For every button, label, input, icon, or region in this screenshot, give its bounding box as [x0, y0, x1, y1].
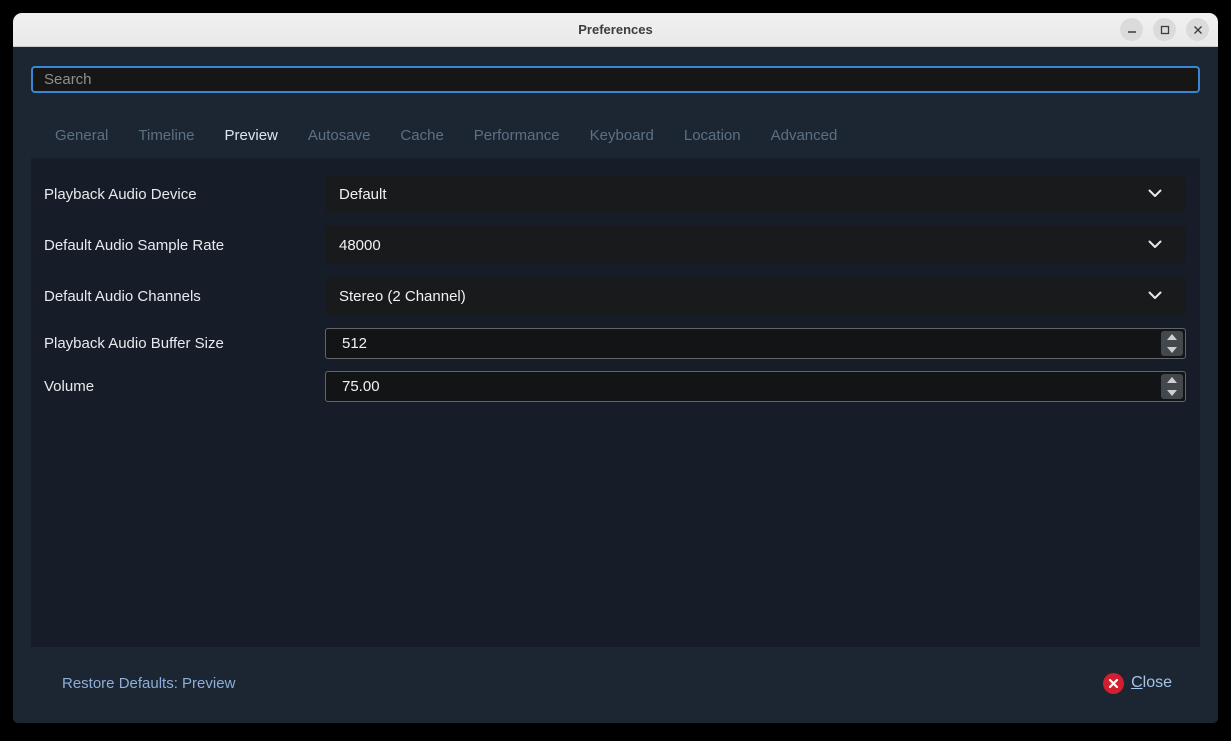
minimize-icon: [1127, 25, 1137, 35]
window-title: Preferences: [578, 22, 652, 37]
volume-spinbox: [325, 371, 1186, 402]
playback-audio-buffer-size-input[interactable]: [326, 329, 1161, 358]
maximize-button[interactable]: [1153, 18, 1176, 41]
close-window-button[interactable]: [1186, 18, 1209, 41]
form-row-playback-audio-buffer-size: Playback Audio Buffer Size: [44, 328, 1186, 359]
tab-preview[interactable]: Preview: [225, 127, 278, 144]
volume-input[interactable]: [326, 372, 1161, 401]
spin-up-button[interactable]: [1161, 374, 1183, 387]
spin-down-button[interactable]: [1161, 344, 1183, 357]
arrow-down-icon: [1167, 390, 1177, 396]
close-window-icon: [1193, 25, 1203, 35]
field-label: Default Audio Channels: [44, 288, 325, 305]
spinner-controls: [1161, 331, 1183, 356]
window-controls: [1120, 13, 1209, 46]
close-x-icon: [1103, 673, 1124, 694]
field-label: Playback Audio Buffer Size: [44, 335, 325, 352]
settings-panel: Playback Audio Device Default Default Au…: [31, 158, 1200, 647]
playback-audio-device-dropdown[interactable]: Default: [325, 175, 1186, 213]
form-row-default-audio-channels: Default Audio Channels Stereo (2 Channel…: [44, 277, 1186, 315]
chevron-down-icon: [1148, 287, 1162, 305]
default-audio-channels-dropdown[interactable]: Stereo (2 Channel): [325, 277, 1186, 315]
tab-bar: General Timeline Preview Autosave Cache …: [13, 93, 1218, 144]
field-label: Playback Audio Device: [44, 186, 325, 203]
default-audio-sample-rate-dropdown[interactable]: 48000: [325, 226, 1186, 264]
search-input[interactable]: [31, 66, 1200, 93]
tab-advanced[interactable]: Advanced: [771, 127, 838, 144]
footer-bar: Restore Defaults: Preview Close: [13, 647, 1218, 723]
tab-cache[interactable]: Cache: [400, 127, 443, 144]
window-body: General Timeline Preview Autosave Cache …: [13, 47, 1218, 723]
arrow-up-icon: [1167, 334, 1177, 340]
field-label: Volume: [44, 378, 325, 395]
chevron-down-icon: [1148, 185, 1162, 203]
tab-keyboard[interactable]: Keyboard: [590, 127, 654, 144]
dropdown-selected-value: Stereo (2 Channel): [339, 288, 1148, 305]
field-label: Default Audio Sample Rate: [44, 237, 325, 254]
maximize-icon: [1160, 25, 1170, 35]
spin-up-button[interactable]: [1161, 331, 1183, 344]
tab-performance[interactable]: Performance: [474, 127, 560, 144]
playback-audio-buffer-size-spinbox: [325, 328, 1186, 359]
dropdown-selected-value: Default: [339, 186, 1148, 203]
form-row-default-audio-sample-rate: Default Audio Sample Rate 48000: [44, 226, 1186, 264]
dropdown-selected-value: 48000: [339, 237, 1148, 254]
arrow-down-icon: [1167, 347, 1177, 353]
close-button-label: Close: [1131, 674, 1172, 692]
form-row-volume: Volume: [44, 371, 1186, 402]
chevron-down-icon: [1148, 236, 1162, 254]
search-area: [13, 47, 1218, 93]
tab-autosave[interactable]: Autosave: [308, 127, 371, 144]
tab-timeline[interactable]: Timeline: [138, 127, 194, 144]
close-button[interactable]: Close: [1103, 673, 1172, 694]
spinner-controls: [1161, 374, 1183, 399]
form-row-playback-audio-device: Playback Audio Device Default: [44, 175, 1186, 213]
tab-general[interactable]: General: [55, 127, 108, 144]
arrow-up-icon: [1167, 377, 1177, 383]
restore-defaults-button[interactable]: Restore Defaults: Preview: [62, 675, 235, 692]
minimize-button[interactable]: [1120, 18, 1143, 41]
preferences-window: Preferences: [13, 13, 1218, 723]
tab-location[interactable]: Location: [684, 127, 741, 144]
spin-down-button[interactable]: [1161, 387, 1183, 400]
titlebar[interactable]: Preferences: [13, 13, 1218, 47]
